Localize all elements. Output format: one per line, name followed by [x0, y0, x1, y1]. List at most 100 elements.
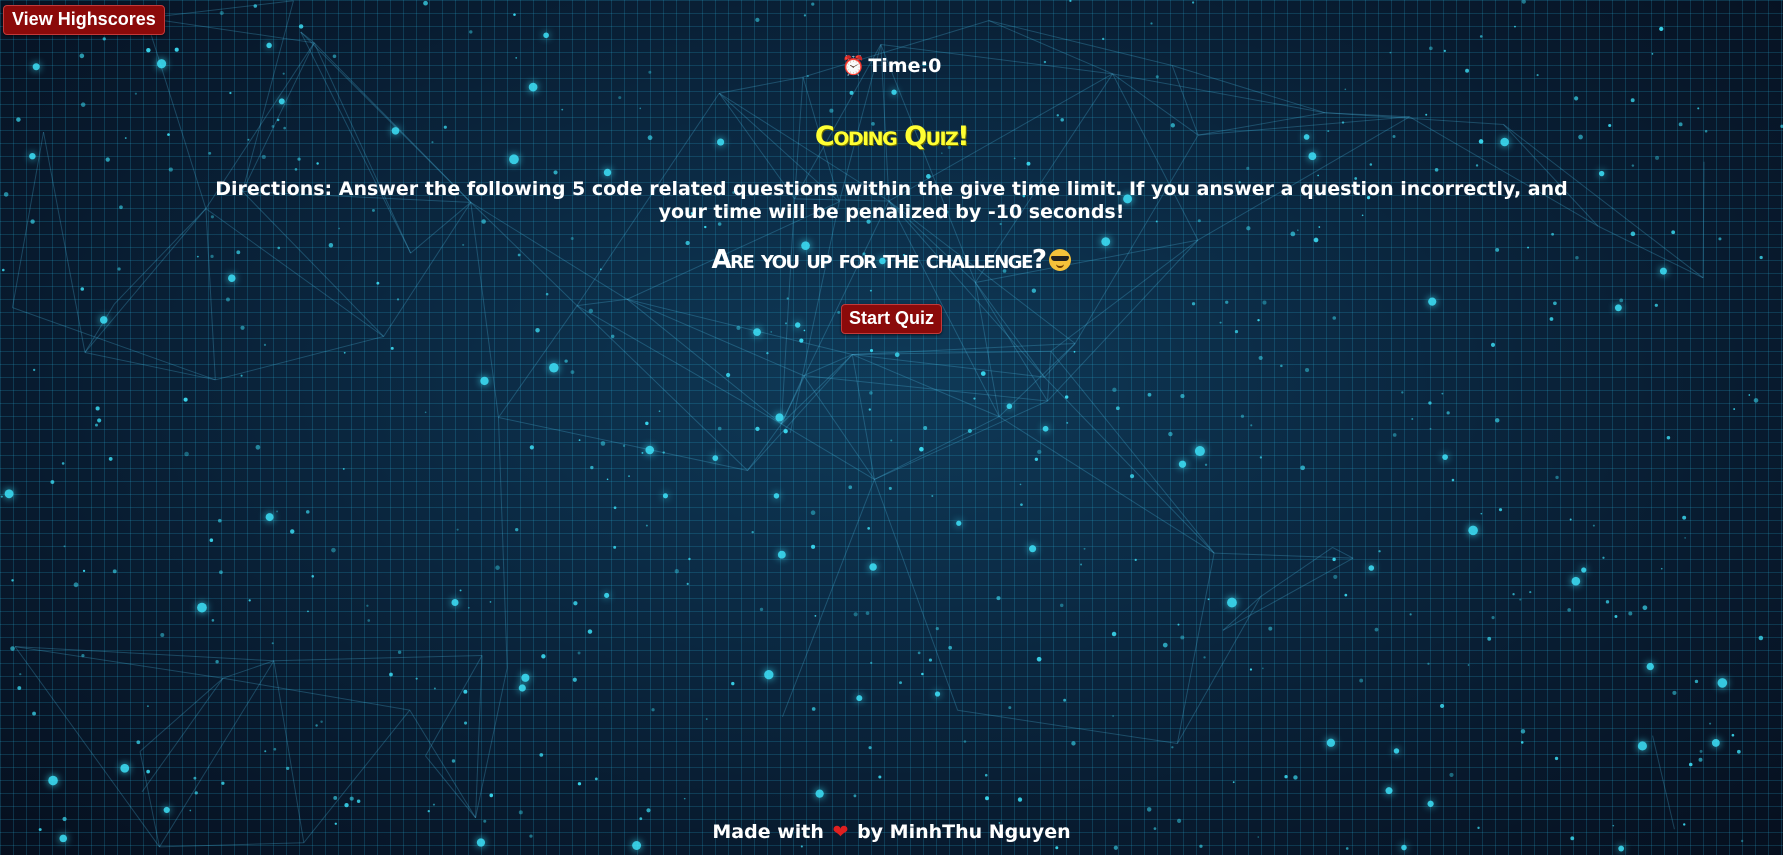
particle-dot: [1031, 288, 1037, 293]
particle-dot: [228, 274, 236, 282]
particle-dot: [1290, 231, 1296, 237]
particle-dot: [755, 17, 760, 22]
particle-dot: [1240, 414, 1245, 418]
particle-dot: [509, 154, 519, 165]
particle-dot: [919, 446, 924, 452]
particle-dot: [984, 773, 988, 777]
network-line: [1050, 350, 1215, 554]
particle-dot: [63, 545, 66, 548]
network-line: [852, 350, 1051, 356]
particle-dot: [349, 796, 354, 801]
particle-dot: [868, 408, 871, 411]
particle-dot: [367, 619, 371, 622]
particle-dot: [803, 14, 807, 17]
particle-dot: [1479, 35, 1483, 38]
particle-dot: [1491, 616, 1495, 620]
particle-dot: [1191, 1, 1195, 4]
particle-dot: [1411, 418, 1414, 420]
particle-dot: [515, 527, 519, 532]
particle-dot: [786, 297, 789, 300]
network-line: [747, 423, 782, 471]
particle-dot: [467, 606, 470, 609]
particle-dot: [1083, 547, 1086, 550]
particle-dot: [1036, 656, 1042, 662]
particle-dot: [1059, 603, 1064, 608]
particle-dot: [662, 451, 665, 454]
particle-dot: [829, 108, 834, 113]
particle-dot: [810, 510, 816, 516]
particle-dot: [0, 495, 3, 498]
particle-dot: [1660, 567, 1663, 570]
particle-dot: [1440, 703, 1445, 709]
particle-dot: [618, 96, 622, 100]
network-line: [747, 354, 853, 471]
particle-dot: [17, 686, 22, 690]
particle-dot: [1655, 155, 1660, 160]
particle-dot: [1199, 844, 1203, 848]
particle-dot: [759, 607, 764, 612]
particle-dot: [97, 418, 102, 423]
particle-dot: [1592, 524, 1595, 527]
particle-dot: [30, 219, 35, 224]
particle-dot: [495, 565, 500, 570]
particle-dot: [1369, 163, 1373, 166]
network-line: [852, 354, 1000, 418]
particle-dot: [19, 673, 22, 676]
particle-dot: [934, 691, 941, 697]
particle-dot: [513, 13, 516, 16]
particle-dot: [136, 740, 141, 745]
particle-dot: [928, 658, 933, 662]
particle-dot: [108, 457, 113, 461]
particle-dot: [463, 689, 468, 694]
particle-dot: [573, 601, 578, 606]
view-highscores-button[interactable]: View Highscores: [3, 5, 165, 35]
particle-dot: [613, 545, 617, 549]
particle-dot: [1520, 741, 1524, 744]
particle-dot: [397, 650, 402, 654]
particle-dot: [1688, 762, 1693, 767]
particle-dot: [61, 462, 65, 465]
alarm-clock-icon: ⏰: [841, 55, 866, 77]
particle-dot: [451, 759, 456, 763]
particle-dot: [286, 766, 290, 770]
network-line: [781, 479, 875, 718]
particle-dot: [1013, 157, 1016, 160]
particle-dot: [931, 495, 934, 498]
particle-dot: [120, 763, 130, 773]
challenge-text: Are you up for the challenge?: [711, 245, 1047, 275]
particle-dot: [980, 371, 986, 376]
particle-dot: [1056, 114, 1059, 117]
particle-dot: [1487, 636, 1492, 641]
particle-dot: [4, 489, 14, 499]
particle-dot: [266, 42, 272, 49]
particle-dot: [1618, 845, 1625, 852]
particle-dot: [1111, 631, 1117, 637]
particle-dot: [1498, 508, 1503, 512]
start-quiz-button[interactable]: Start Quiz: [840, 304, 942, 334]
particle-dot: [923, 425, 928, 430]
particle-dot: [604, 592, 610, 598]
particle-dot: [935, 627, 939, 631]
particle-dot: [433, 687, 436, 690]
particle-dot: [253, 4, 258, 8]
network-line: [300, 31, 315, 44]
particle-dot: [853, 612, 858, 617]
particle-dot: [1697, 107, 1700, 110]
particle-dot: [539, 753, 544, 757]
particle-dot: [1168, 431, 1173, 437]
particle-dot: [1064, 395, 1069, 399]
particle-dot: [73, 582, 79, 588]
particle-dot: [1180, 635, 1185, 640]
particle-dot: [356, 799, 361, 804]
particle-dot: [211, 619, 215, 622]
particle-dot: [1694, 679, 1699, 684]
particle-dot: [1250, 424, 1253, 427]
particle-dot: [33, 368, 36, 372]
network-line: [1324, 112, 1410, 118]
footer-made-with: Made with: [712, 821, 824, 843]
particle-dot: [639, 107, 642, 110]
particle-dot: [290, 529, 295, 534]
particle-dot: [783, 429, 788, 434]
particle-dot: [1029, 545, 1037, 553]
particle-dot: [1368, 565, 1375, 571]
